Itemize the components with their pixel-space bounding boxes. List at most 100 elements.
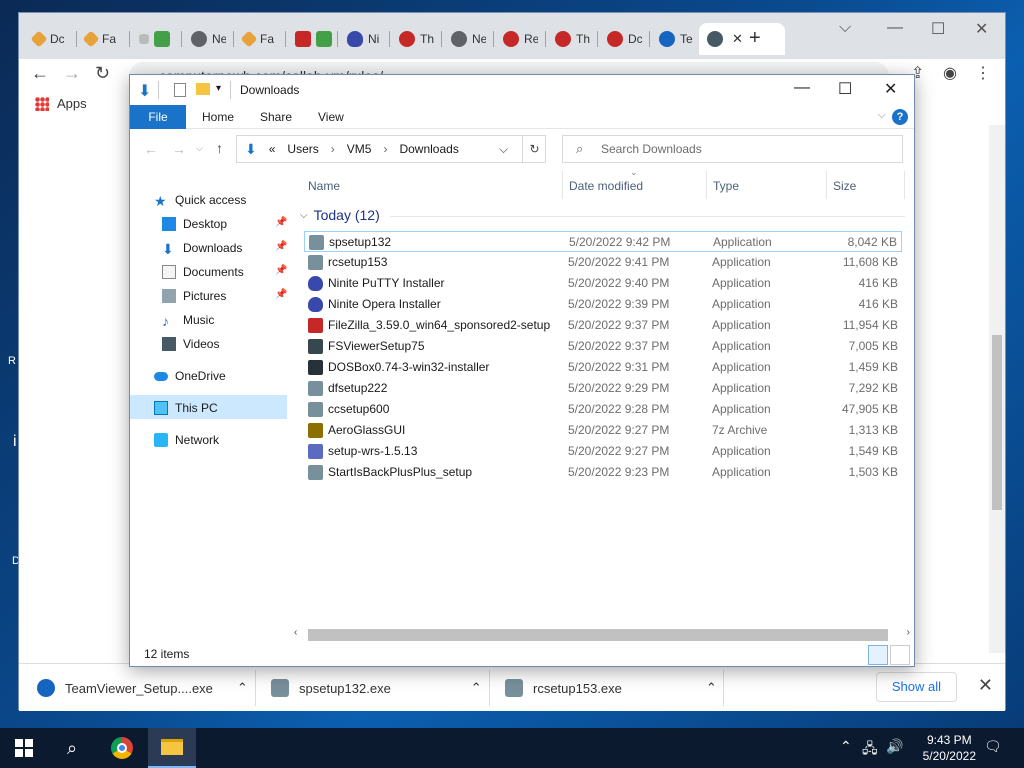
nav-network[interactable]: Network [154,429,219,451]
file-row[interactable]: spsetup132 5/20/2022 9:42 PM Application 8,… [304,231,902,252]
browser-tab[interactable]: Fa [235,23,285,55]
pin-icon[interactable]: 📌 [275,265,287,276]
file-row[interactable]: FileZilla_3.59.0_win64_sponsored2-setup 5… [304,315,902,336]
browser-tab[interactable]: Th [547,23,597,55]
minimize-icon[interactable]: — [794,79,810,97]
search-input[interactable]: Search Downloads [562,135,903,163]
close-tab-icon[interactable]: ✕ [732,31,743,47]
chrome-taskbar-button[interactable] [98,728,146,768]
file-row[interactable]: FSViewerSetup75 5/20/2022 9:37 PM Applicat… [304,336,902,357]
browser-tab[interactable]: Fa [77,23,127,55]
scrollbar-thumb[interactable] [992,335,1002,510]
chevron-up-icon[interactable]: ⌃ [706,680,717,696]
tab-home[interactable]: Home [188,105,248,129]
close-icon[interactable]: ✕ [978,675,993,696]
minimize-icon[interactable]: — [887,19,903,37]
file-row[interactable]: dfsetup222 5/20/2022 9:29 PM Application 7,… [304,378,902,399]
download-item[interactable]: spsetup132.exe ⌃ [271,674,482,702]
recent-dropdown-icon[interactable]: ⌵ [196,143,203,154]
column-type[interactable]: Type [713,175,739,197]
refresh-icon[interactable]: ↻ [522,135,546,163]
close-icon[interactable]: ✕ [884,79,897,99]
file-row[interactable]: Ninite Opera Installer 5/20/2022 9:39 PM A… [304,294,902,315]
menu-icon[interactable]: ⋮ [975,63,991,83]
chevron-down-icon[interactable]: ⌵ [839,19,851,37]
nav-downloads[interactable]: ⬇ Downloads [162,237,242,259]
file-row[interactable]: AeroGlassGUI 5/20/2022 9:27 PM 7z Archive 1… [304,420,902,441]
close-icon[interactable]: ✕ [975,19,988,39]
column-date[interactable]: Date modified [569,175,643,197]
file-row[interactable]: setup-wrs-1.5.13 5/20/2022 9:27 PM Applica… [304,441,902,462]
tab-view[interactable]: View [304,105,358,129]
maximize-icon[interactable]: ☐ [838,79,852,99]
new-folder-icon[interactable] [196,83,210,95]
pin-icon[interactable]: 📌 [275,289,287,300]
breadcrumb-downloads[interactable]: Downloads [399,142,458,156]
column-name[interactable]: Name [308,175,340,197]
details-view-icon[interactable] [868,645,888,665]
search-icon[interactable]: ⌕ [48,728,96,768]
breadcrumb-overflow[interactable]: « [269,142,276,156]
chevron-right-icon[interactable]: › [331,142,335,156]
browser-tab[interactable]: Dc [25,23,75,55]
browser-tab[interactable]: Dc [599,23,649,55]
chevron-up-icon[interactable]: ⌃ [471,680,482,696]
large-icons-view-icon[interactable] [890,645,910,665]
browser-tab[interactable]: Ne [443,23,493,55]
pin-icon[interactable]: 📌 [275,241,287,252]
pin-icon[interactable]: 📌 [275,217,287,228]
breadcrumb-users[interactable]: Users [287,142,318,156]
tab-share[interactable]: Share [246,105,306,129]
clock[interactable]: 9:43 PM 5/20/2022 [923,732,976,764]
back-icon[interactable]: ← [144,141,158,157]
new-tab-icon[interactable]: + [749,27,761,50]
properties-icon[interactable] [174,83,186,97]
breadcrumb[interactable]: ⬇ « Users › VM5 › Downloads ⌵ [236,135,546,163]
start-button[interactable] [0,728,48,768]
scroll-left-icon[interactable]: ‹ [294,627,297,638]
browser-tab[interactable]: Te [651,23,701,55]
file-row[interactable]: DOSBox0.74-3-win32-installer 5/20/2022 9:… [304,357,902,378]
breadcrumb-vm5[interactable]: VM5 [347,142,372,156]
active-browser-tab[interactable]: ✕ [699,23,785,55]
page-scrollbar[interactable] [989,125,1005,653]
nav-desktop[interactable]: Desktop [162,213,227,235]
forward-icon[interactable]: → [172,141,186,157]
file-row[interactable]: Ninite PuTTY Installer 5/20/2022 9:40 PM A… [304,273,902,294]
scrollbar-thumb[interactable] [308,629,888,641]
quick-access-dropdown-icon[interactable]: ▾ [216,83,221,94]
profile-icon[interactable]: ◉ [943,63,957,83]
file-row[interactable]: rcsetup153 5/20/2022 9:41 PM Application 11… [304,252,902,273]
expand-ribbon-icon[interactable]: ⌵ [878,109,886,122]
browser-tab[interactable]: Ne [183,23,233,55]
nav-music[interactable]: ♪ Music [162,309,214,331]
chevron-right-icon[interactable]: › [383,142,387,156]
notification-icon[interactable]: 🗨 [984,738,1002,755]
scroll-right-icon[interactable]: › [907,627,910,638]
help-icon[interactable]: ? [892,109,908,125]
chevron-down-icon[interactable]: ⌵ [499,142,508,157]
tab-file[interactable]: File [130,105,186,129]
nav-documents[interactable]: Documents [162,261,244,283]
horizontal-scrollbar[interactable]: ‹ › [290,627,916,643]
chevron-up-icon[interactable]: ⌃ [840,738,852,755]
volume-icon[interactable]: 🔊 [886,738,903,755]
column-size[interactable]: Size [833,175,856,197]
apps-bookmark[interactable]: Apps [57,96,87,111]
explorer-taskbar-button[interactable] [148,728,196,768]
download-item[interactable]: rcsetup153.exe ⌃ [505,674,717,702]
forward-icon[interactable]: → [63,63,81,84]
nav-quick-access[interactable]: ★ Quick access [154,189,246,211]
nav-onedrive[interactable]: OneDrive [154,365,226,387]
browser-tab[interactable] [131,23,181,55]
reload-icon[interactable]: ↻ [95,63,110,84]
apps-icon[interactable] [35,97,49,111]
download-item[interactable]: TeamViewer_Setup....exe ⌃ [37,674,248,702]
nav-videos[interactable]: Videos [162,333,219,355]
up-icon[interactable]: ↑ [216,140,223,156]
chevron-down-icon[interactable]: ⌵ [300,210,308,221]
file-row[interactable]: StartIsBackPlusPlus_setup 5/20/2022 9:23 … [304,462,902,483]
chevron-up-icon[interactable]: ⌃ [237,680,248,696]
browser-tab[interactable]: Ni [339,23,389,55]
nav-this-pc[interactable]: This PC [154,397,218,419]
